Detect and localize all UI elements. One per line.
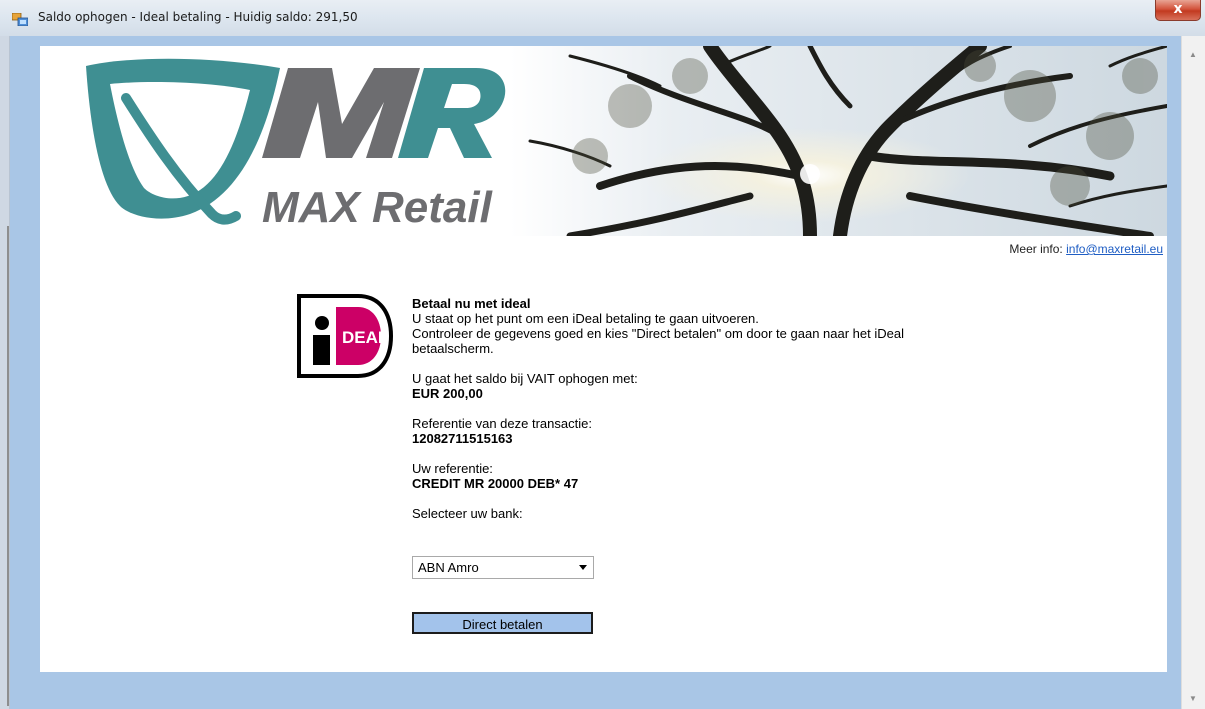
web-content: MAX Retail Meer info: info@maxretail.eu … xyxy=(40,46,1167,672)
bank-select-label: Selecteer uw bank: xyxy=(412,506,523,521)
reference-label: Referentie van deze transactie: xyxy=(412,416,592,431)
amount-label: U gaat het saldo bij VAIT ophogen met: xyxy=(412,371,638,386)
header-banner: MAX Retail xyxy=(40,46,1167,236)
payment-intro-line1: U staat op het punt om een iDeal betalin… xyxy=(412,311,759,326)
payment-info: Betaal nu met ideal U staat op het punt … xyxy=(412,296,952,521)
ideal-logo-text: DEAL xyxy=(342,328,388,347)
ideal-logo: DEAL xyxy=(297,294,394,378)
email-link[interactable]: info@maxretail.eu xyxy=(1066,242,1163,256)
tree-photo xyxy=(510,46,1167,236)
payment-heading: Betaal nu met ideal xyxy=(412,296,531,311)
your-reference-value: CREDIT MR 20000 DEB* 47 xyxy=(412,476,579,491)
title-bar[interactable]: Saldo ophogen - Ideal betaling - Huidig … xyxy=(0,0,1205,37)
vertical-scrollbar[interactable]: ▲ ▼ xyxy=(1181,36,1205,709)
logo-text: MAX Retail xyxy=(262,183,493,232)
window-title: Saldo ophogen - Ideal betaling - Huidig … xyxy=(38,10,358,24)
bank-select[interactable]: ABN Amro xyxy=(412,556,594,579)
scroll-down-icon[interactable]: ▼ xyxy=(1189,694,1197,703)
close-button[interactable]: x xyxy=(1155,0,1201,21)
direct-pay-button[interactable]: Direct betalen xyxy=(412,612,593,634)
payment-intro-line2: Controleer de gegevens goed en kies "Dir… xyxy=(412,326,904,356)
scroll-up-icon[interactable]: ▲ xyxy=(1189,50,1197,59)
chevron-down-icon xyxy=(579,565,587,570)
max-retail-logo: MAX Retail xyxy=(86,58,506,232)
more-info-label: Meer info: xyxy=(1009,242,1067,256)
reference-value: 12082711515163 xyxy=(412,431,513,446)
window-left-frame xyxy=(0,36,10,709)
application-window: Saldo ophogen - Ideal betaling - Huidig … xyxy=(0,0,1205,709)
your-reference-label: Uw referentie: xyxy=(412,461,493,476)
amount-value: EUR 200,00 xyxy=(412,386,483,401)
more-info: Meer info: info@maxretail.eu xyxy=(1009,242,1163,256)
frame-divider xyxy=(7,226,9,706)
client-area: MAX Retail Meer info: info@maxretail.eu … xyxy=(10,36,1181,709)
bank-select-value: ABN Amro xyxy=(418,560,479,575)
app-icon xyxy=(12,13,28,26)
